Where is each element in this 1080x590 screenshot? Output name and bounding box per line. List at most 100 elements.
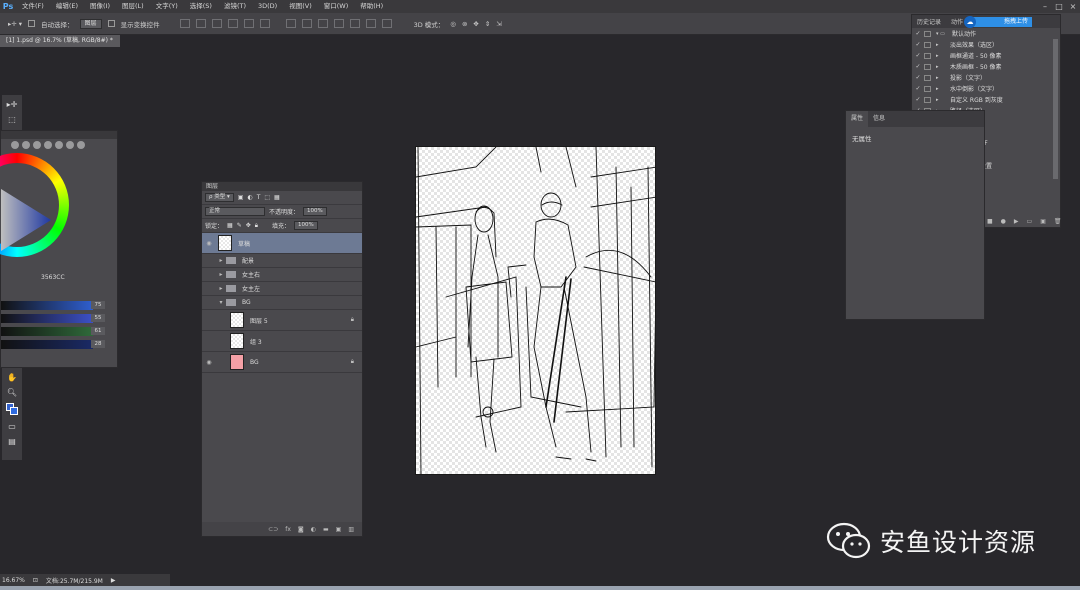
color-slider[interactable] xyxy=(1,301,93,310)
move-tool-icon[interactable]: ▸✛ xyxy=(5,100,19,110)
action-item[interactable]: ✓ ▸ 淡出效果（选区） xyxy=(912,39,1060,50)
action-check-icon[interactable]: ✓ xyxy=(912,52,924,59)
fx-icon[interactable]: fx xyxy=(285,526,291,533)
minimize-icon[interactable]: – xyxy=(1038,0,1052,13)
hand-tool-icon[interactable]: ✋ xyxy=(5,373,19,383)
expand-caret-icon[interactable]: ▸ xyxy=(216,285,226,292)
layer-row[interactable]: 组 3 xyxy=(202,331,362,352)
folder-icon[interactable]: ▭ xyxy=(1027,218,1033,225)
distribute-middle-icon[interactable] xyxy=(301,19,312,28)
action-item[interactable]: ✓ ▸ 木质画框 - 50 像素 xyxy=(912,61,1060,72)
3d-pan-icon[interactable]: ✥ xyxy=(473,20,478,28)
play-icon[interactable]: ▶ xyxy=(1014,218,1019,225)
action-dialog-toggle[interactable] xyxy=(924,74,931,81)
layer-group-row[interactable]: ▸ 女主右 xyxy=(202,268,362,282)
auto-align-icon[interactable] xyxy=(381,19,392,28)
expand-caret-icon[interactable]: ▸ xyxy=(216,257,226,264)
distribute-left-icon[interactable] xyxy=(333,19,344,28)
trash-icon[interactable]: ▥ xyxy=(348,526,354,533)
menu-item[interactable]: 3D(D) xyxy=(252,0,283,13)
doc-info-icon[interactable]: ⊡ xyxy=(33,577,38,584)
expand-caret-icon[interactable]: ▸ xyxy=(216,271,226,278)
menu-item[interactable]: 图层(L) xyxy=(116,0,150,13)
align-top-icon[interactable] xyxy=(179,19,190,28)
lock-paint-icon[interactable]: ✎ xyxy=(237,222,242,229)
action-item[interactable]: ✓ ▸ 自定义 RGB 到灰度 xyxy=(912,94,1060,105)
cloud-upload-button[interactable]: ☁ 拖拽上传 xyxy=(964,16,1032,28)
trash-icon[interactable]: 🗑︎ xyxy=(1054,218,1062,225)
preset-dot[interactable] xyxy=(11,141,19,149)
preset-dot[interactable] xyxy=(66,141,74,149)
action-check-icon[interactable]: ✓ xyxy=(912,74,924,81)
auto-select-dropdown[interactable]: 图层 xyxy=(79,18,102,29)
marquee-tool-icon[interactable]: ⬚ xyxy=(5,115,19,125)
align-center-icon[interactable] xyxy=(243,19,254,28)
align-bottom-icon[interactable] xyxy=(211,19,222,28)
action-check-icon[interactable]: ✓ xyxy=(912,85,924,92)
layer-group-row[interactable]: ▸ 女主左 xyxy=(202,282,362,296)
expand-caret-icon[interactable]: ▸ xyxy=(936,64,950,70)
move-tool-icon[interactable]: ▸✛ ▾ xyxy=(8,20,22,28)
preset-dot[interactable] xyxy=(44,141,52,149)
zoom-level[interactable]: 16.67% xyxy=(2,577,25,584)
tab-properties[interactable]: 属性 xyxy=(846,111,869,127)
action-check-icon[interactable]: ✓ xyxy=(912,41,924,48)
layer-row[interactable]: ◉ BG 🔒︎ xyxy=(202,352,362,373)
visibility-eye-icon[interactable]: ◉ xyxy=(202,240,216,247)
slider-value[interactable]: 28 xyxy=(91,340,105,348)
close-icon[interactable]: × xyxy=(1066,0,1080,13)
expand-caret-icon[interactable]: ▸ xyxy=(936,97,950,103)
stop-icon[interactable]: ■ xyxy=(987,218,993,225)
action-dialog-toggle[interactable] xyxy=(924,85,931,92)
action-check-icon[interactable]: ✓ xyxy=(912,63,924,70)
menu-item[interactable]: 帮助(H) xyxy=(354,0,389,13)
slider-value[interactable]: 61 xyxy=(91,327,105,335)
layer-group-row[interactable]: ▸ 配景 xyxy=(202,254,362,268)
zoom-tool-icon[interactable]: 🔍︎ xyxy=(5,388,19,398)
color-slider[interactable] xyxy=(1,327,93,336)
layer-row[interactable]: ◉ 草稿 xyxy=(202,233,362,254)
document-canvas[interactable] xyxy=(415,146,656,475)
saturation-triangle[interactable] xyxy=(1,189,63,251)
action-check-icon[interactable]: ✓ xyxy=(912,96,924,103)
3d-slide-icon[interactable]: ⇕ xyxy=(485,20,490,28)
document-tab[interactable]: [1] 1.psd @ 16.7% (草稿, RGB/8#) * xyxy=(0,35,120,47)
tab-history[interactable]: 历史记录 xyxy=(912,17,946,26)
layer-row[interactable]: 图层 5 🔒︎ xyxy=(202,310,362,331)
color-slider[interactable] xyxy=(1,314,93,323)
actions-scrollbar[interactable] xyxy=(1053,39,1058,179)
action-check-icon[interactable]: ✓ xyxy=(912,30,924,37)
preset-dot[interactable] xyxy=(22,141,30,149)
lock-pixels-icon[interactable]: ▦ xyxy=(227,222,233,229)
color-slider[interactable] xyxy=(1,340,93,349)
distribute-top-icon[interactable] xyxy=(285,19,296,28)
lock-move-icon[interactable]: ✥ xyxy=(246,222,251,229)
action-item[interactable]: ✓ ▸ 投影（文字） xyxy=(912,72,1060,83)
menu-item[interactable]: 视图(V) xyxy=(283,0,318,13)
menu-item[interactable]: 编辑(E) xyxy=(50,0,84,13)
tab-info[interactable]: 信息 xyxy=(868,111,890,127)
align-left-icon[interactable] xyxy=(227,19,238,28)
layer-group-row[interactable]: ▾ BG xyxy=(202,296,362,310)
3d-rotate-icon[interactable]: ◎ xyxy=(450,20,456,28)
fill-input[interactable]: 100% xyxy=(293,221,318,230)
action-dialog-toggle[interactable] xyxy=(924,96,931,103)
expand-caret-icon[interactable]: ▸ xyxy=(936,75,950,81)
quick-mask-icon[interactable]: ▭ xyxy=(5,422,19,432)
screen-mode-icon[interactable]: ▤ xyxy=(5,437,19,447)
new-action-icon[interactable]: ▣ xyxy=(1040,218,1046,225)
hex-value[interactable]: 3563CC xyxy=(41,274,65,281)
filter-adjust-icon[interactable]: ◐ xyxy=(247,194,252,201)
preset-dot[interactable] xyxy=(77,141,85,149)
new-layer-icon[interactable]: ▣ xyxy=(336,526,342,533)
3d-scale-icon[interactable]: ⇲ xyxy=(496,20,501,28)
expand-caret-icon[interactable]: ▸ xyxy=(936,53,950,59)
maximize-icon[interactable]: □ xyxy=(1052,0,1066,13)
menu-item[interactable]: 文件(F) xyxy=(16,0,50,13)
expand-caret-icon[interactable]: ▸ xyxy=(936,86,950,92)
expand-caret-icon[interactable]: ▸ xyxy=(936,42,950,48)
action-dialog-toggle[interactable] xyxy=(924,30,931,37)
link-icon[interactable]: ⊂⊃ xyxy=(268,526,278,533)
menu-item[interactable]: 选择(S) xyxy=(184,0,218,13)
expand-caret-icon[interactable]: ▾ ▭ xyxy=(936,31,952,37)
